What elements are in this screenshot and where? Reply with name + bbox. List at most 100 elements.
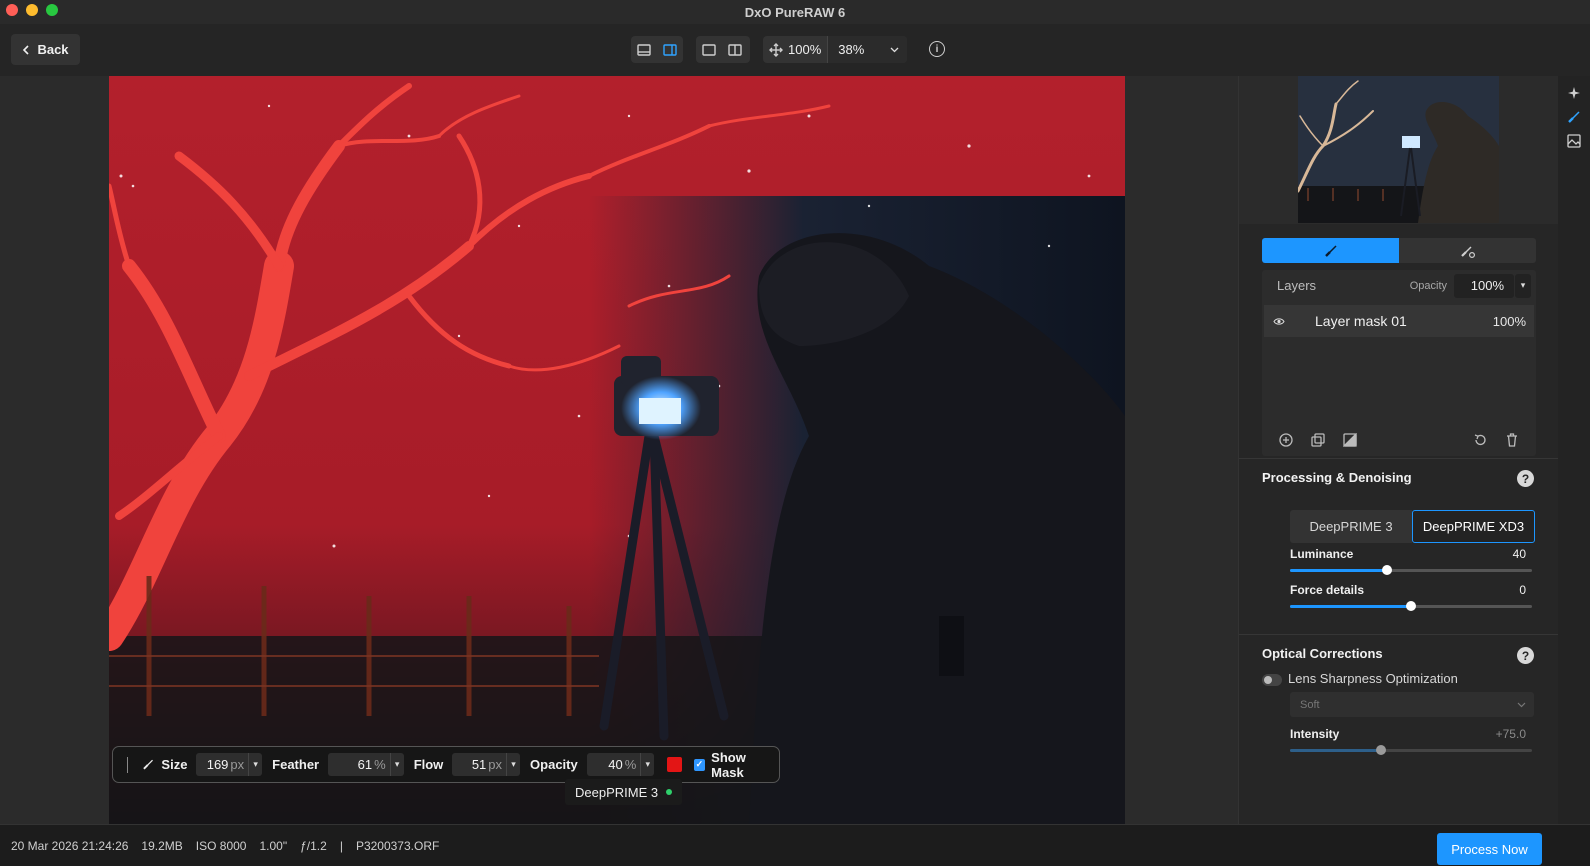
luminance-slider-knob[interactable] — [1381, 565, 1392, 575]
split-view-icon[interactable] — [722, 36, 748, 63]
image-adjust-icon[interactable] — [1565, 132, 1583, 150]
flow-label: Flow — [413, 757, 444, 772]
add-layer-icon[interactable] — [1270, 424, 1302, 456]
engine-option-deepprime-3[interactable]: DeepPRIME 3 — [1290, 510, 1412, 543]
eraser-brush-icon — [1460, 246, 1475, 258]
view-mode-group — [696, 36, 750, 63]
size-value: 169 — [206, 757, 229, 772]
status-bar: 20 Mar 2026 21:24:26 19.2MB ISO 8000 1.0… — [0, 824, 1590, 866]
process-now-button[interactable]: Process Now — [1437, 833, 1542, 865]
luminance-value[interactable]: 40 — [1513, 547, 1526, 561]
thumbnail-image — [1298, 76, 1499, 223]
brush-toolbar: Size 169 px ▾ Feather 61 % ▾ Flow 51 px … — [112, 746, 780, 783]
capture-date: 20 Mar 2026 21:24:26 — [11, 839, 129, 853]
engine-option-deepprime-xd3[interactable]: DeepPRIME XD3 — [1412, 510, 1535, 543]
auto-enhance-sparkle-icon[interactable] — [1565, 84, 1583, 102]
help-icon[interactable]: ? — [1517, 647, 1534, 664]
navigator — [1239, 76, 1559, 224]
force-details-slider-knob[interactable] — [1406, 601, 1416, 611]
luminance-label: Luminance — [1290, 547, 1354, 561]
luminance-slider[interactable] — [1290, 565, 1532, 575]
force-details-slider[interactable] — [1290, 601, 1532, 611]
window-controls — [6, 4, 58, 16]
flow-field[interactable]: 51 px ▾ — [452, 753, 521, 776]
intensity-value[interactable]: +75.0 — [1496, 727, 1526, 741]
engine-badge: DeepPRIME 3 — [565, 779, 683, 805]
feather-label: Feather — [272, 757, 320, 772]
drag-handle[interactable] — [127, 756, 128, 773]
flow-dropdown-icon[interactable]: ▾ — [506, 753, 520, 776]
layer-opacity-dropdown-icon[interactable]: ▾ — [1515, 273, 1531, 298]
flow-unit: px — [488, 757, 503, 772]
minimize-window-button[interactable] — [26, 4, 38, 16]
mask-mode-tabs — [1262, 238, 1536, 263]
layer-opacity: 100% — [1492, 313, 1526, 329]
feather-dropdown-icon[interactable]: ▾ — [389, 753, 404, 776]
night-photo-with-mask — [109, 76, 1125, 824]
layer-item[interactable]: Layer mask 01 100% — [1264, 305, 1534, 337]
sharpness-preset-select[interactable]: Soft — [1290, 692, 1534, 717]
zoom-window-button[interactable] — [46, 4, 58, 16]
layers-title: Layers — [1277, 278, 1317, 293]
intensity-slider[interactable] — [1290, 745, 1532, 755]
feather-field[interactable]: 61 % ▾ — [328, 753, 404, 776]
trash-icon[interactable] — [1496, 424, 1528, 456]
lens-sharpness-toggle[interactable] — [1262, 674, 1282, 686]
navigator-thumbnail[interactable] — [1298, 76, 1499, 223]
photo-preview[interactable] — [109, 76, 1125, 824]
size-unit: px — [230, 757, 245, 772]
local-adjust-brush-icon[interactable] — [1565, 108, 1583, 126]
iso-value: ISO 8000 — [195, 839, 247, 853]
toggle-knob — [1264, 676, 1272, 684]
single-view-icon[interactable] — [696, 36, 722, 63]
intensity-slider-knob[interactable] — [1375, 745, 1386, 755]
layout-toggle-group — [631, 36, 683, 63]
zoom-group: 100% 38% — [763, 36, 907, 63]
image-canvas[interactable]: Size 169 px ▾ Feather 61 % ▾ Flow 51 px … — [0, 76, 1238, 824]
optical-title: Optical Corrections — [1262, 646, 1383, 661]
sharpness-preset-value: Soft — [1300, 698, 1320, 711]
opacity-unit: % — [624, 757, 637, 772]
zoom-100-button[interactable]: 100% — [788, 42, 827, 57]
size-field[interactable]: 169 px ▾ — [196, 753, 263, 776]
show-mask-label[interactable]: Show Mask — [711, 750, 779, 780]
layout-side-panel-icon[interactable] — [657, 36, 683, 63]
luminance-slider-fill — [1290, 569, 1387, 572]
brush-icon — [143, 759, 153, 770]
force-details-value[interactable]: 0 — [1519, 583, 1526, 597]
tab-eraser[interactable] — [1399, 238, 1536, 263]
engine-status-dot — [666, 789, 673, 795]
duplicate-layer-icon[interactable] — [1302, 424, 1334, 456]
eye-icon[interactable] — [1273, 317, 1285, 326]
pan-move-icon[interactable] — [763, 36, 788, 63]
brush-icon — [1324, 244, 1337, 257]
layout-bottom-panel-icon[interactable] — [631, 36, 657, 63]
opacity-value: 40 — [608, 757, 623, 772]
mask-color-swatch[interactable] — [667, 757, 682, 772]
opacity-dropdown-icon[interactable]: ▾ — [640, 753, 654, 776]
lens-sharpness-label: Lens Sharpness Optimization — [1288, 671, 1458, 686]
layers-footer — [1262, 424, 1536, 456]
layer-opacity-field[interactable]: 100% — [1454, 273, 1514, 298]
section-divider — [1239, 634, 1559, 635]
layer-opacity-label: Opacity — [1409, 279, 1447, 292]
reset-icon[interactable] — [1464, 424, 1496, 456]
size-dropdown-icon[interactable]: ▾ — [248, 753, 262, 776]
back-button[interactable]: Back — [11, 34, 80, 65]
chevron-down-icon — [890, 47, 899, 52]
layers-panel: Layers Opacity 100% ▾ Layer mask 01 100% — [1262, 270, 1536, 456]
tool-strip — [1558, 76, 1590, 824]
opacity-field[interactable]: 40 % ▾ — [586, 753, 655, 776]
show-mask-checkbox[interactable]: ✓ — [693, 758, 706, 771]
help-icon[interactable]: ? — [1517, 470, 1534, 487]
zoom-select[interactable]: 38% — [827, 36, 907, 63]
opacity-label: Opacity — [530, 757, 578, 772]
file-size: 19.2MB — [141, 839, 183, 853]
invert-mask-icon[interactable] — [1334, 424, 1366, 456]
layer-name: Layer mask 01 — [1315, 313, 1407, 329]
force-details-slider-fill — [1290, 605, 1411, 608]
info-icon[interactable]: i — [929, 41, 945, 57]
shutter-speed: 1.00" — [259, 839, 288, 853]
close-window-button[interactable] — [6, 4, 18, 16]
tab-brush[interactable] — [1262, 238, 1399, 263]
